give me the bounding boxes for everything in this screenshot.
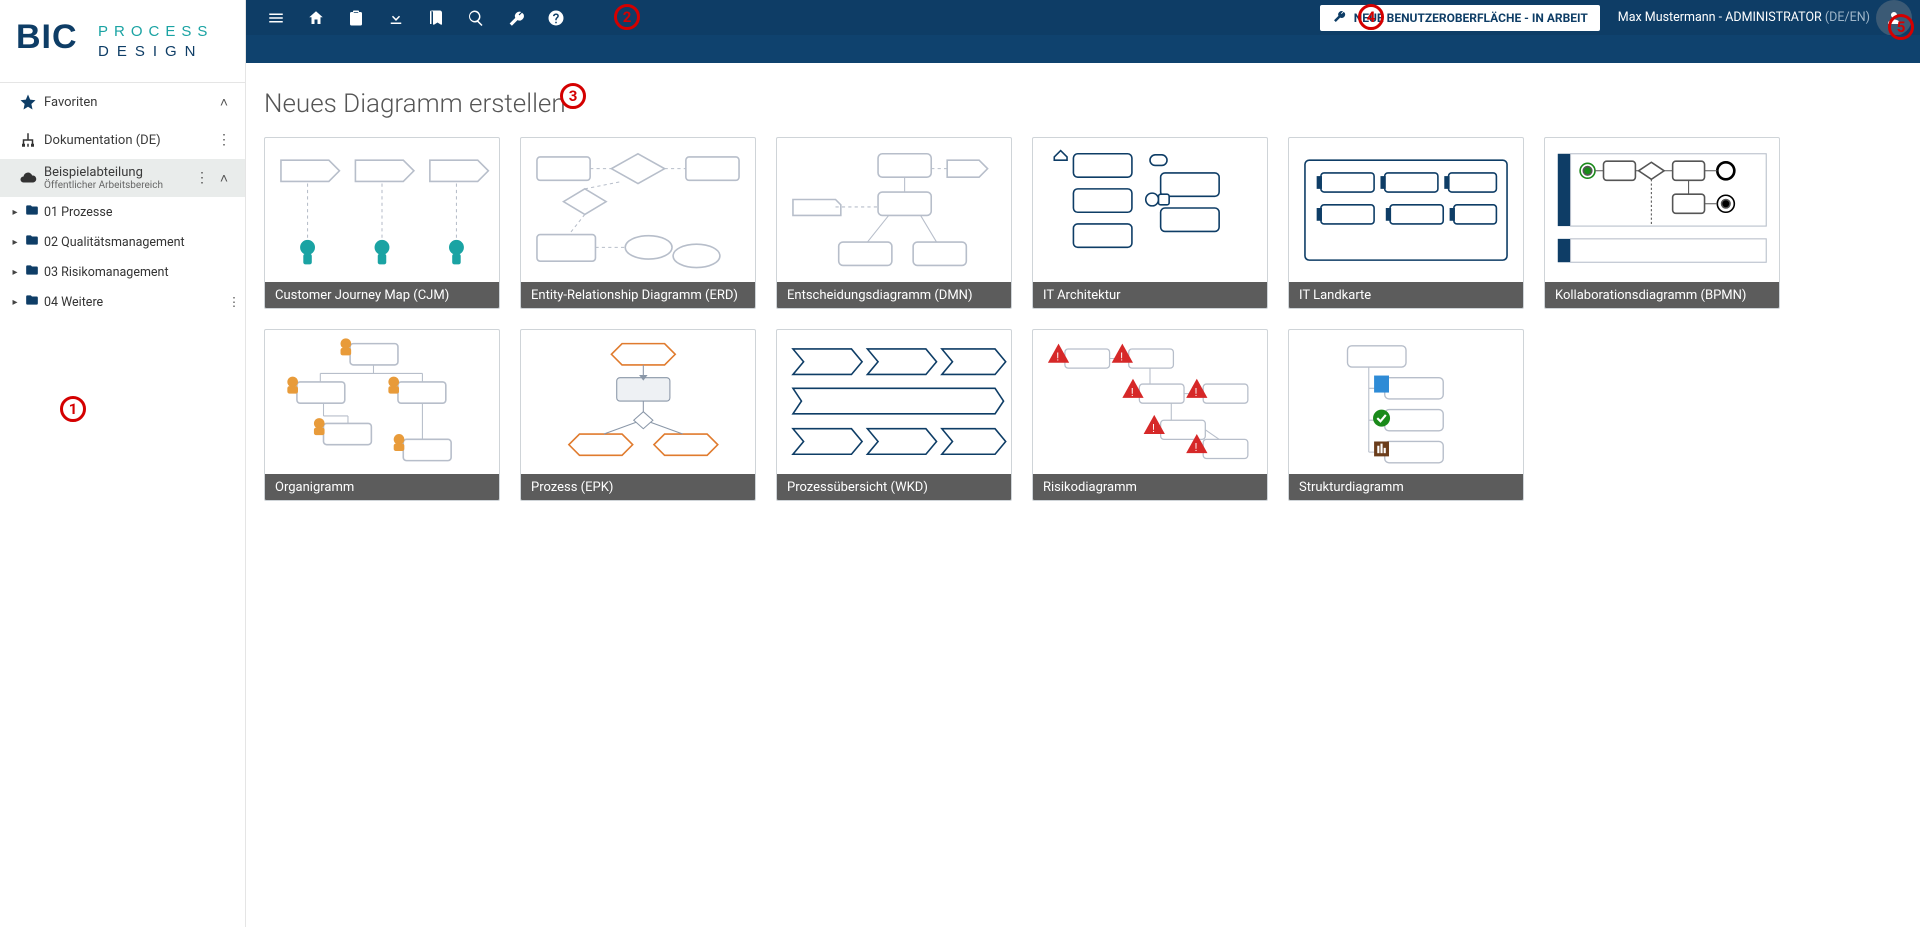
sidebar-nav: Favoriten ˄ Dokumentation (DE) ⋮ Beispie…	[0, 82, 245, 317]
cloud-icon	[16, 169, 40, 187]
card-caption: IT Architektur	[1033, 282, 1267, 308]
card-preview	[777, 330, 1011, 474]
download-button[interactable]	[376, 0, 416, 35]
svg-text:DESIGN: DESIGN	[98, 43, 204, 60]
card-preview: ! ! ! ! ! !	[1033, 330, 1267, 474]
tree-item[interactable]: ▸ 01 Prozesse	[0, 197, 245, 227]
home-button[interactable]	[296, 0, 336, 35]
folder-icon	[22, 233, 42, 251]
card-preview	[265, 138, 499, 282]
annotation-2: 2	[614, 4, 640, 30]
diagram-card-it-arch[interactable]: IT Architektur	[1032, 137, 1268, 309]
chevron-up-icon: ˄	[213, 170, 235, 187]
folder-icon	[22, 293, 42, 311]
diagram-card-risk[interactable]: ! ! ! ! ! ! Risikodiagramm	[1032, 329, 1268, 501]
tree-item[interactable]: ▸ 03 Risikomanagement	[0, 257, 245, 287]
kebab-menu-icon[interactable]: ⋮	[191, 170, 213, 186]
card-caption: Strukturdiagramm	[1289, 474, 1523, 500]
svg-text:!: !	[1195, 441, 1198, 454]
card-preview	[265, 330, 499, 474]
annotation-1: 1	[60, 396, 86, 422]
clipboard-button[interactable]	[336, 0, 376, 35]
sub-toolbar	[246, 35, 1920, 63]
sidebar: BIC PROCESS DESIGN Favoriten ˄ Dokumenta…	[0, 0, 246, 927]
diagram-card-it-map[interactable]: IT Landkarte	[1288, 137, 1524, 309]
card-preview	[1545, 138, 1779, 282]
tree-item-label: 04 Weitere	[42, 295, 223, 310]
diagram-card-bpmn[interactable]: Kollaborationsdiagramm (BPMN)	[1544, 137, 1780, 309]
user-avatar[interactable]	[1876, 0, 1912, 36]
caret-right-icon: ▸	[8, 207, 22, 218]
sidebar-tree: ▸ 01 Prozesse ▸ 02 Qualitätsmanagement ▸…	[0, 197, 245, 317]
card-caption: Entity-Relationship Diagramm (ERD)	[521, 282, 755, 308]
card-caption: Risikodiagramm	[1033, 474, 1267, 500]
diagram-card-dmn[interactable]: Entscheidungsdiagramm (DMN)	[776, 137, 1012, 309]
diagram-card-wkd[interactable]: Prozessübersicht (WKD)	[776, 329, 1012, 501]
tools-icon	[1332, 9, 1346, 26]
page-title: Neues Diagramm erstellen	[264, 89, 1904, 119]
svg-text:!: !	[1120, 351, 1123, 364]
new-ui-label: NEUE BENUTZEROBERFLÄCHE - IN ARBEIT	[1354, 11, 1588, 25]
sitemap-icon	[16, 131, 40, 149]
caret-right-icon: ▸	[8, 267, 22, 278]
wrench-button[interactable]	[496, 0, 536, 35]
tree-item-label: 02 Qualitätsmanagement	[42, 235, 245, 250]
help-button[interactable]	[536, 0, 576, 35]
card-preview	[777, 138, 1011, 282]
diagram-card-epk[interactable]: Prozess (EPK)	[520, 329, 756, 501]
search-button[interactable]	[456, 0, 496, 35]
sidebar-item-favoriten[interactable]: Favoriten ˄	[0, 83, 245, 121]
diagram-card-erd[interactable]: Entity-Relationship Diagramm (ERD)	[520, 137, 756, 309]
svg-text:PROCESS: PROCESS	[98, 23, 213, 40]
svg-text:BIC: BIC	[16, 18, 78, 56]
card-caption: Organigramm	[265, 474, 499, 500]
caret-right-icon: ▸	[8, 297, 22, 308]
diagram-card-struct[interactable]: Strukturdiagramm	[1288, 329, 1524, 501]
tree-item[interactable]: ▸ 02 Qualitätsmanagement	[0, 227, 245, 257]
card-caption: Kollaborationsdiagramm (BPMN)	[1545, 282, 1779, 308]
sidebar-item-label: Dokumentation (DE)	[40, 133, 213, 148]
card-caption: Customer Journey Map (CJM)	[265, 282, 499, 308]
svg-text:!: !	[1056, 351, 1059, 364]
app-logo: BIC PROCESS DESIGN	[0, 0, 245, 82]
card-caption: Entscheidungsdiagramm (DMN)	[777, 282, 1011, 308]
content-area: Neues Diagramm erstellen 3 Custo	[246, 63, 1920, 927]
chevron-up-icon: ˄	[213, 94, 235, 111]
card-preview	[1289, 330, 1523, 474]
tree-item-label: 03 Risikomanagement	[42, 265, 245, 280]
sidebar-item-label: Beispielabteilung Öffentlicher Arbeitsbe…	[40, 165, 191, 191]
sidebar-item-label: Favoriten	[40, 95, 213, 110]
kebab-menu-icon[interactable]: ⋮	[213, 132, 235, 148]
star-icon	[16, 93, 40, 111]
card-caption: IT Landkarte	[1289, 282, 1523, 308]
menu-button[interactable]	[256, 0, 296, 35]
folder-icon	[22, 263, 42, 281]
main-area: 2 4 NEUE BENUTZEROBERFLÄCHE - IN ARBEIT …	[246, 0, 1920, 927]
topbar: 2 4 NEUE BENUTZEROBERFLÄCHE - IN ARBEIT …	[246, 0, 1920, 35]
tree-item[interactable]: ▸ 04 Weitere ⋮	[0, 287, 245, 317]
caret-right-icon: ▸	[8, 237, 22, 248]
card-preview	[1033, 138, 1267, 282]
user-label: Max Mustermann - ADMINISTRATOR (DE/EN)	[1618, 10, 1870, 25]
kebab-menu-icon[interactable]: ⋮	[223, 294, 245, 310]
diagram-card-grid: Customer Journey Map (CJM)	[264, 137, 1904, 501]
folder-icon	[22, 203, 42, 221]
card-caption: Prozess (EPK)	[521, 474, 755, 500]
diagram-card-org[interactable]: Organigramm	[264, 329, 500, 501]
card-preview	[1289, 138, 1523, 282]
svg-text:!: !	[1195, 386, 1198, 399]
svg-text:!: !	[1152, 422, 1155, 435]
new-ui-badge[interactable]: NEUE BENUTZEROBERFLÄCHE - IN ARBEIT	[1320, 5, 1600, 31]
svg-text:!: !	[1131, 386, 1134, 399]
book-button[interactable]	[416, 0, 456, 35]
tree-item-label: 01 Prozesse	[42, 205, 245, 220]
card-preview	[521, 138, 755, 282]
diagram-card-cjm[interactable]: Customer Journey Map (CJM)	[264, 137, 500, 309]
sidebar-item-dokumentation[interactable]: Dokumentation (DE) ⋮	[0, 121, 245, 159]
card-preview	[521, 330, 755, 474]
sidebar-item-workspace[interactable]: Beispielabteilung Öffentlicher Arbeitsbe…	[0, 159, 245, 197]
card-caption: Prozessübersicht (WKD)	[777, 474, 1011, 500]
